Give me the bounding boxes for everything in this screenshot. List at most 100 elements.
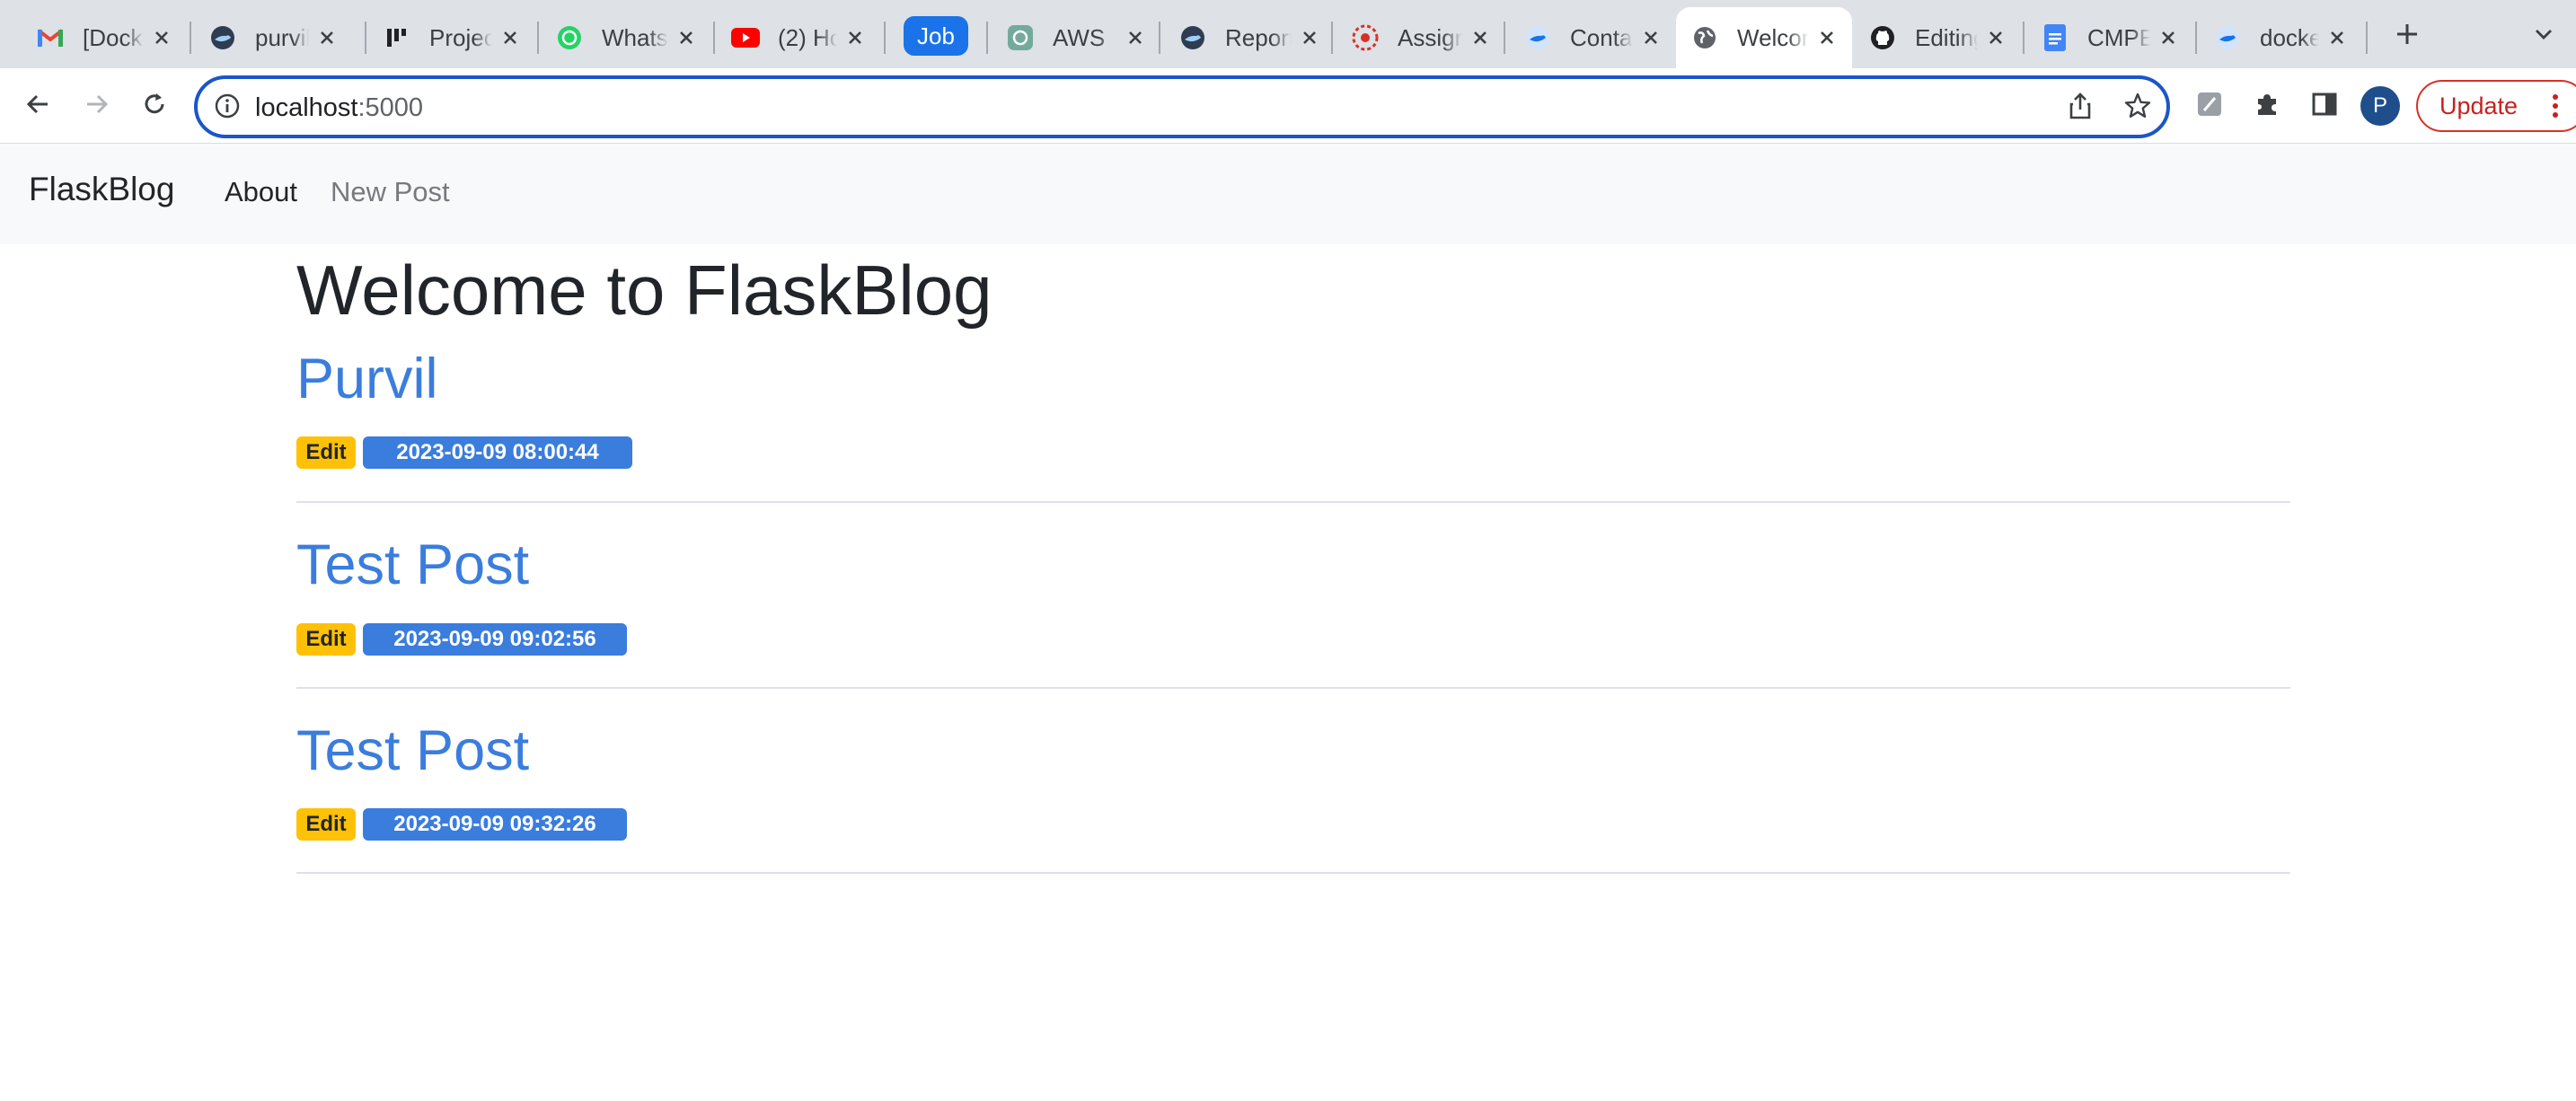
post-divider (296, 872, 2290, 874)
tab-docker[interactable]: docker (2199, 7, 2362, 68)
extension-icon (2196, 91, 2223, 122)
extensions-menu-button[interactable] (2244, 83, 2290, 129)
reload-button[interactable] (131, 83, 178, 129)
more-vertical-icon (2551, 92, 2560, 126)
tab-label: WhatsApp (602, 23, 668, 51)
asana-icon (1351, 23, 1380, 52)
app-icon (383, 23, 411, 52)
post-title-link[interactable]: Purvil (296, 347, 438, 411)
tab-separator (2023, 22, 2025, 54)
close-icon[interactable] (674, 25, 699, 50)
tab-label: docker (2260, 23, 2319, 51)
close-icon[interactable] (1123, 25, 1148, 50)
tab-label: CMPE (2087, 23, 2150, 51)
tab-separator (713, 22, 715, 54)
url-text[interactable]: localhost:5000 (255, 93, 423, 123)
timestamp-badge: 2023-09-09 09:32:26 (363, 808, 627, 841)
tab-assign[interactable]: Assign (1337, 7, 1505, 68)
profile-avatar[interactable]: P (2360, 86, 2400, 126)
post-title-link[interactable]: Test Post (296, 718, 529, 783)
post-divider (296, 687, 2290, 689)
docker-icon (208, 23, 237, 52)
openai-icon (1006, 23, 1035, 52)
post-divider (296, 501, 2290, 503)
tab-welcome[interactable]: Welcome (1676, 7, 1852, 68)
nav-link-new-post[interactable]: New Post (331, 176, 450, 208)
new-tab-button[interactable] (2384, 13, 2430, 59)
docs-icon (2041, 23, 2069, 52)
gmail-icon (36, 23, 65, 52)
update-label: Update (2439, 92, 2519, 119)
tab-label: AWS (1053, 23, 1106, 51)
nav-link-about[interactable]: About (225, 176, 297, 208)
close-icon[interactable] (149, 25, 174, 50)
post-item: Test Post Edit 2023-09-09 09:02:56 (296, 533, 2290, 691)
tab-projects[interactable]: Projects (368, 7, 535, 68)
tab-group-label: Job (917, 22, 955, 49)
globe-icon (1690, 23, 1719, 52)
tab-search-button[interactable] (2524, 13, 2563, 59)
tab-separator (1504, 22, 1505, 54)
tab-label: Contai (1570, 23, 1633, 51)
tab-label: Report (1225, 23, 1292, 51)
tab-separator (537, 22, 539, 54)
tab-separator (1159, 22, 1160, 54)
close-icon[interactable] (1468, 25, 1493, 50)
close-icon[interactable] (842, 25, 868, 50)
post-title-link[interactable]: Test Post (296, 533, 529, 597)
whatsapp-icon (555, 23, 584, 52)
close-icon[interactable] (2156, 25, 2181, 50)
tab-purvil[interactable]: purvil (194, 7, 352, 68)
github-icon (1868, 23, 1897, 52)
tab-whatsapp[interactable]: WhatsApp (541, 7, 711, 68)
post-item: Test Post Edit 2023-09-09 09:32:26 (296, 718, 2290, 876)
tab-label: (2) Home (778, 23, 837, 51)
docker-icon (1178, 23, 1207, 52)
tab-label: Assign (1398, 23, 1462, 51)
chevron-down-icon (2533, 23, 2554, 49)
tab-group-job[interactable]: Job (904, 16, 968, 56)
tab-editing[interactable]: Editing (1854, 7, 2021, 68)
tab-separator (1331, 22, 1333, 54)
tab-aws[interactable]: AWS (992, 7, 1160, 68)
side-panel-button[interactable] (2301, 83, 2348, 129)
tab-contai[interactable]: Contai (1509, 7, 1676, 68)
extension-button[interactable] (2186, 83, 2233, 129)
edit-badge[interactable]: Edit (296, 436, 356, 469)
tab-youtube[interactable]: (2) Home (717, 7, 880, 68)
bookmark-star-icon[interactable] (2123, 92, 2152, 125)
navbar-brand[interactable]: FlaskBlog (29, 171, 174, 208)
close-icon[interactable] (1297, 25, 1322, 50)
url-port: :5000 (357, 93, 424, 122)
side-panel-icon (2311, 91, 2338, 122)
tab-separator (986, 22, 988, 54)
address-bar[interactable]: localhost:5000 (194, 75, 2170, 138)
timestamp-badge: 2023-09-09 08:00:44 (363, 436, 632, 469)
tab-separator (365, 22, 366, 54)
tab-separator (884, 22, 886, 54)
tab-report[interactable]: Report (1164, 7, 1335, 68)
close-icon[interactable] (2325, 25, 2350, 50)
browser-toolbar: localhost:5000 P Update (0, 68, 2576, 144)
puzzle-icon (2253, 90, 2281, 123)
arrow-right-icon (84, 91, 110, 122)
edit-badge[interactable]: Edit (296, 623, 356, 656)
tab-cmpe[interactable]: CMPE (2026, 7, 2193, 68)
tab-label: [Docker (83, 23, 144, 51)
tab-gmail[interactable]: [Docker (22, 7, 187, 68)
site-navbar: FlaskBlog About New Post (0, 144, 2576, 244)
tab-label: purvil (255, 23, 309, 51)
share-icon[interactable] (2066, 92, 2095, 125)
forward-button[interactable] (74, 83, 120, 129)
tab-label: Editing (1915, 23, 1978, 51)
edit-badge[interactable]: Edit (296, 808, 356, 841)
close-icon[interactable] (314, 25, 340, 50)
close-icon[interactable] (1983, 25, 2008, 50)
back-button[interactable] (14, 83, 61, 129)
close-icon[interactable] (1814, 25, 1839, 50)
close-icon[interactable] (1638, 25, 1663, 50)
close-icon[interactable] (498, 25, 523, 50)
info-icon[interactable] (214, 92, 241, 124)
update-button[interactable]: Update (2416, 80, 2576, 132)
docker-icon (2213, 23, 2242, 52)
